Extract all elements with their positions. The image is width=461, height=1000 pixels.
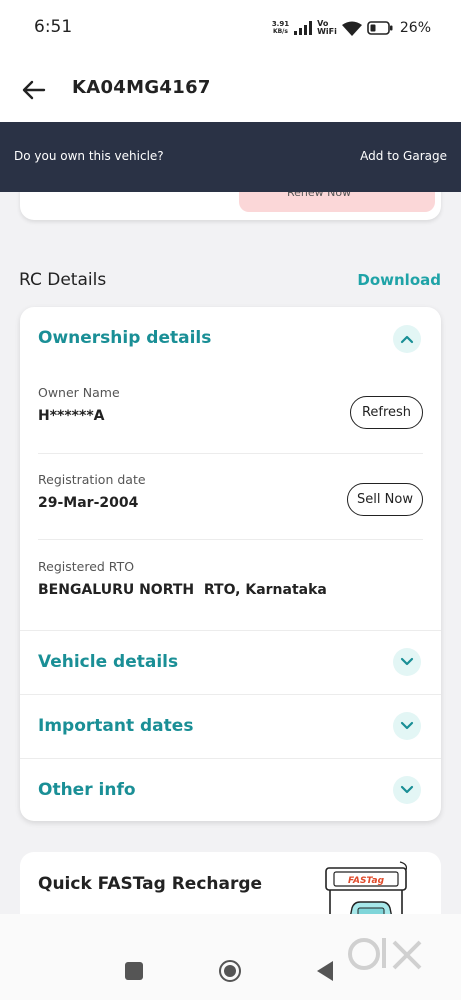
chevron-down-icon	[400, 657, 414, 666]
wifi-icon	[341, 21, 362, 36]
network-speed-value: 3.91	[271, 20, 290, 28]
recent-apps-button[interactable]	[125, 962, 143, 980]
download-link[interactable]: Download	[357, 271, 441, 289]
chevron-up-icon	[400, 335, 414, 344]
divider	[38, 539, 423, 540]
page-title: KA04MG4167	[72, 77, 211, 98]
status-bar: 6:51 3.91 KB/s Vo WiFi 26%	[0, 0, 461, 58]
important-dates-toggle[interactable]	[393, 712, 421, 740]
divider	[38, 453, 423, 454]
ownership-toggle[interactable]	[393, 325, 421, 353]
owner-name-label: Owner Name	[38, 385, 120, 400]
registration-date-value: 29-Mar-2004	[38, 495, 139, 511]
status-icons: 3.91 KB/s Vo WiFi 26%	[272, 16, 431, 40]
ownership-details-heading[interactable]: Ownership details	[38, 328, 211, 348]
registration-date-label: Registration date	[38, 472, 146, 487]
fastag-logo-text: FASTag	[348, 876, 385, 886]
add-to-garage-link[interactable]: Add to Garage	[360, 149, 447, 163]
other-info-heading[interactable]: Other info	[38, 780, 136, 800]
back-button[interactable]	[18, 74, 50, 106]
vehicle-details-heading[interactable]: Vehicle details	[38, 652, 178, 672]
fastag-title: Quick FASTag Recharge	[38, 874, 263, 894]
garage-banner: Do you own this vehicle? Add to Garage	[0, 122, 461, 192]
divider	[20, 630, 441, 631]
registered-rto-value: BENGALURU NORTH RTO, Karnataka	[38, 582, 327, 598]
network-speed: 3.91 KB/s	[272, 20, 289, 36]
garage-question: Do you own this vehicle?	[14, 149, 164, 163]
other-info-toggle[interactable]	[393, 776, 421, 804]
olx-watermark-logo	[348, 938, 422, 970]
network-speed-unit: KB/s	[272, 28, 288, 35]
divider	[20, 758, 441, 759]
registered-rto-label: Registered RTO	[38, 559, 135, 574]
vehicle-details-toggle[interactable]	[393, 648, 421, 676]
sell-now-button[interactable]: Sell Now	[347, 483, 423, 516]
status-time: 6:51	[34, 17, 73, 37]
vowifi-indicator: Vo WiFi	[317, 20, 337, 36]
system-nav-bar	[0, 914, 461, 1000]
chevron-down-icon	[400, 721, 414, 730]
chevron-down-icon	[400, 785, 414, 794]
refresh-button[interactable]: Refresh	[350, 396, 423, 429]
rc-details-title: RC Details	[19, 270, 107, 290]
signal-icon	[294, 21, 313, 35]
battery-icon	[367, 21, 393, 35]
owner-name-value: H******A	[38, 408, 105, 424]
battery-percent: 26%	[399, 20, 431, 36]
vowifi-bottom: WiFi	[317, 27, 337, 36]
rc-details-card: Ownership details Owner Name H******A Re…	[20, 307, 441, 821]
home-button[interactable]	[218, 959, 242, 983]
divider	[20, 694, 441, 695]
nav-back-button[interactable]	[315, 960, 335, 982]
important-dates-heading[interactable]: Important dates	[38, 716, 193, 736]
arrow-left-icon	[22, 80, 46, 100]
app-bar: KA04MG4167	[0, 58, 461, 122]
